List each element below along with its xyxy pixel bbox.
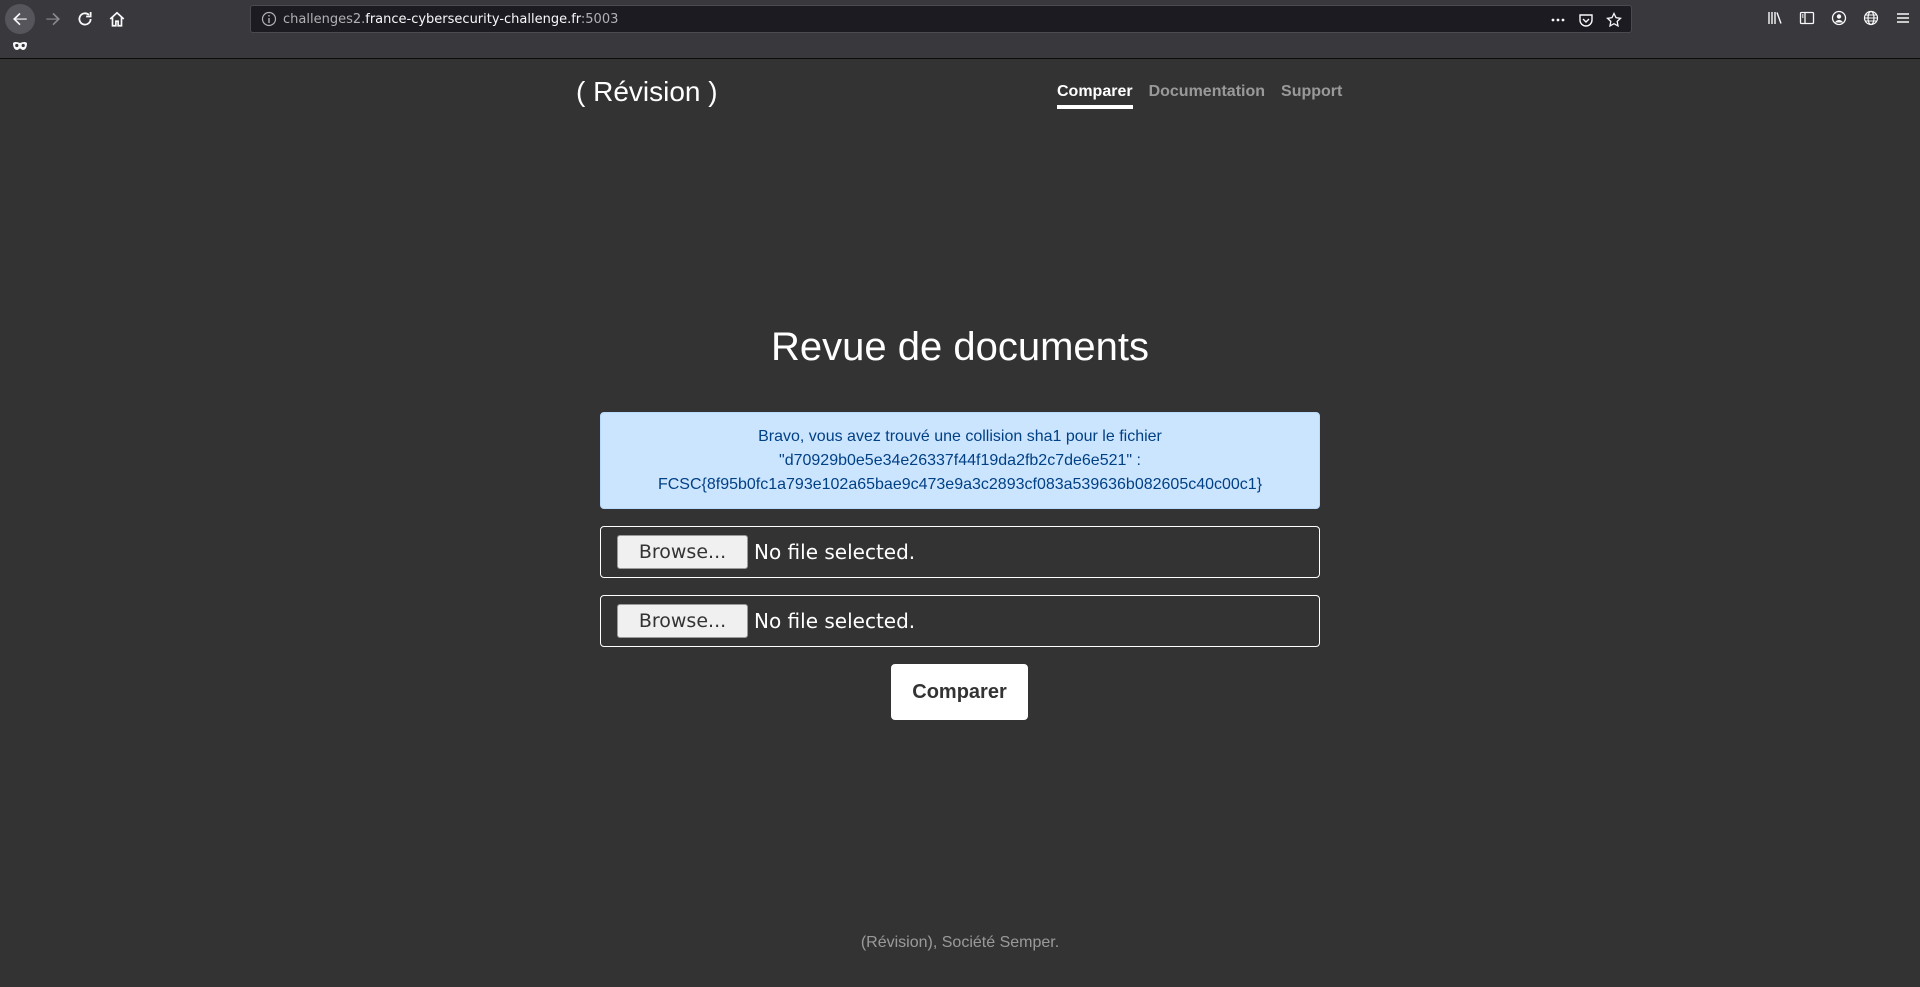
nav-link-support[interactable]: Support [1281, 83, 1342, 109]
pocket-icon[interactable] [1577, 11, 1595, 29]
url-actions [1549, 11, 1623, 29]
reload-icon [78, 12, 92, 26]
url-text[interactable]: challenges2.france-cybersecurity-challen… [283, 12, 618, 27]
browse-button-1[interactable]: Browse... [617, 535, 748, 569]
file-input-2[interactable]: Browse... No file selected. [600, 595, 1320, 647]
url-domain: france-cybersecurity-challenge.fr [365, 12, 581, 27]
alert-line-3: FCSC{8f95b0fc1a793e102a65bae9c473e9a3c28… [657, 476, 1263, 493]
compare-button[interactable]: Comparer [891, 664, 1028, 720]
url-port: :5003 [580, 12, 619, 27]
toolbar-icons [1766, 9, 1912, 27]
site-nav: Comparer Documentation Support [1057, 83, 1342, 109]
back-button[interactable] [5, 4, 35, 34]
hamburger-menu-icon[interactable] [1894, 9, 1912, 27]
back-arrow-icon [13, 12, 27, 26]
more-icon[interactable] [1549, 11, 1567, 29]
private-mask-icon [13, 42, 27, 50]
forward-arrow-icon [46, 12, 60, 26]
nav-link-comparer[interactable]: Comparer [1057, 83, 1133, 109]
page-title: Revue de documents [770, 325, 1149, 369]
address-bar[interactable]: challenges2.france-cybersecurity-challen… [250, 5, 1632, 33]
file-input-1[interactable]: Browse... No file selected. [600, 526, 1320, 578]
url-subdomain: challenges2. [283, 12, 366, 27]
page-content: ( Révision ) Comparer Documentation Supp… [0, 59, 1920, 987]
reload-button[interactable] [70, 4, 100, 34]
site-brand[interactable]: ( Révision ) [576, 76, 718, 108]
home-icon [109, 11, 125, 27]
account-icon[interactable] [1830, 9, 1848, 27]
alert-line-1: Bravo, vous avez trouvé une collision sh… [758, 428, 1162, 445]
file-status-1: No file selected. [754, 540, 916, 564]
alert-line-2: "d70929b0e5e34e26337f44f19da2fb2c7de6e52… [779, 452, 1141, 469]
nav-link-documentation[interactable]: Documentation [1149, 83, 1265, 109]
browse-button-2[interactable]: Browse... [617, 604, 748, 638]
footer-text: (Révision), Société Semper. [860, 934, 1060, 951]
browser-toolbar: challenges2.france-cybersecurity-challen… [0, 0, 1920, 59]
file-status-2: No file selected. [754, 609, 916, 633]
library-icon[interactable] [1766, 9, 1784, 27]
info-icon[interactable] [261, 11, 277, 27]
star-icon[interactable] [1605, 11, 1623, 29]
globe-icon[interactable] [1862, 9, 1880, 27]
forward-button[interactable] [38, 4, 68, 34]
sidebar-icon[interactable] [1798, 9, 1816, 27]
home-button[interactable] [102, 4, 132, 34]
success-alert: Bravo, vous avez trouvé une collision sh… [600, 412, 1320, 509]
